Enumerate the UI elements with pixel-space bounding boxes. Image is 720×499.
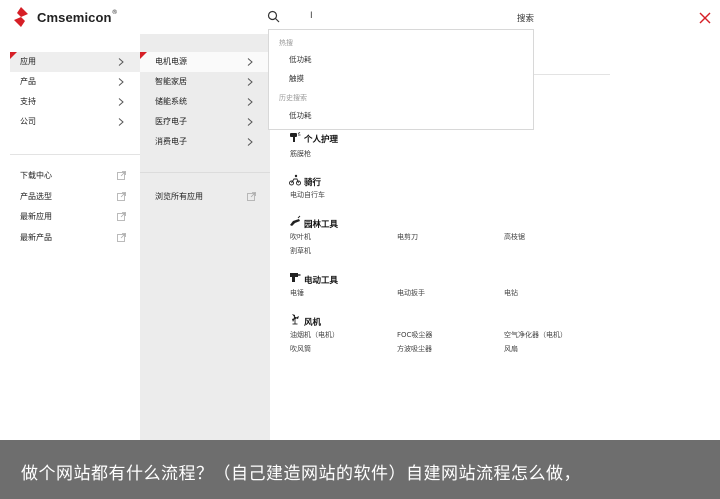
external-link-icon (117, 212, 126, 221)
chevron-right-icon (247, 78, 253, 86)
search-input[interactable]: I (310, 11, 313, 21)
suggestion-item[interactable]: 低功耗 (289, 54, 312, 65)
caption-banner: 做个网站都有什么流程？（自己建造网站的软件）自建网站流程怎么做， (0, 440, 720, 499)
chevron-right-icon (247, 98, 253, 106)
logo-icon (14, 7, 28, 27)
search-suggestions: 热搜 低功耗 触摸 历史搜索 低功耗 (268, 29, 534, 130)
nav-item-smart-home[interactable]: 智能家居 (140, 72, 270, 92)
nav-label: 最新产品 (20, 233, 52, 242)
fan-icon (292, 314, 299, 325)
chevron-right-icon (247, 138, 253, 146)
history-item[interactable]: 低功耗 (289, 110, 312, 121)
banner-text: 做个网站都有什么流程？（自己建造网站的软件）自建网站流程怎么做， (21, 464, 581, 484)
product-link[interactable]: 油烟机（电机） (290, 330, 339, 340)
product-link[interactable]: 电锤 (290, 288, 304, 298)
nav-item-energy-storage[interactable]: 储能系统 (140, 92, 270, 112)
external-link-icon (117, 233, 126, 242)
nav-label: 支持 (20, 97, 36, 106)
nav-label: 最新应用 (20, 212, 52, 221)
product-link[interactable]: 电剪刀 (397, 232, 418, 242)
chevron-right-icon (118, 118, 124, 126)
nav-item-products[interactable]: 产品 (10, 72, 140, 92)
external-link-icon (117, 171, 126, 180)
view-all-applications-link[interactable]: 浏览所有应用 (140, 187, 270, 207)
brand-name: Cmsemicon (37, 9, 112, 25)
product-link[interactable]: FOC吸尘器 (397, 330, 432, 340)
external-link-icon (247, 192, 256, 201)
logo[interactable]: Cmsemicon ® (10, 6, 118, 28)
product-link[interactable]: 高枝锯 (504, 232, 525, 242)
chevron-right-icon (247, 118, 253, 126)
chevron-right-icon (118, 58, 124, 66)
nav-item-support[interactable]: 支持 (10, 92, 140, 112)
nav-label: 电机电源 (155, 57, 187, 66)
cycling-icon (289, 174, 301, 186)
external-link-icon (117, 192, 126, 201)
hair-dryer-icon (290, 132, 301, 142)
product-link[interactable]: 割草机 (290, 246, 311, 256)
chevron-right-icon (247, 58, 253, 66)
category-title[interactable]: 电动工具 (304, 274, 338, 286)
nav-label: 产品 (20, 77, 36, 86)
nav-label: 应用 (20, 57, 36, 66)
nav-item-applications[interactable]: 应用 (10, 52, 140, 72)
nav-item-motor-power[interactable]: 电机电源 (140, 52, 270, 72)
nav-link-latest-applications[interactable]: 最新应用 (10, 207, 140, 227)
nav-label: 产品选型 (20, 192, 52, 201)
product-link[interactable]: 方波吸尘器 (397, 344, 432, 354)
product-link[interactable]: 空气净化器（电机） (504, 330, 567, 340)
close-icon[interactable] (699, 12, 711, 24)
chevron-right-icon (118, 78, 124, 86)
product-link[interactable]: 电动自行车 (290, 190, 325, 200)
product-link[interactable]: 电钻 (504, 288, 518, 298)
nav-item-company[interactable]: 公司 (10, 112, 140, 132)
nav-link-latest-products[interactable]: 最新产品 (10, 228, 140, 248)
registered-mark: ® (111, 9, 118, 16)
product-link[interactable]: 吹叶机 (290, 232, 311, 242)
nav-item-consumer[interactable]: 消费电子 (140, 132, 270, 152)
nav-label: 消费电子 (155, 137, 187, 146)
power-drill-icon (290, 273, 301, 282)
divider (10, 154, 140, 155)
product-link[interactable]: 吹风筒 (290, 344, 311, 354)
nav-link-product-selection[interactable]: 产品选型 (10, 187, 140, 207)
hot-search-heading: 热搜 (279, 39, 293, 47)
category-title[interactable]: 骑行 (304, 176, 321, 188)
nav-label: 智能家居 (155, 77, 187, 86)
nav-label: 浏览所有应用 (155, 192, 203, 201)
nav-link-download-center[interactable]: 下载中心 (10, 166, 140, 186)
nav-label: 公司 (20, 117, 36, 126)
category-title[interactable]: 风机 (304, 316, 321, 328)
nav-item-medical[interactable]: 医疗电子 (140, 112, 270, 132)
suggestion-item[interactable]: 触摸 (289, 73, 304, 84)
product-link[interactable]: 风扇 (504, 344, 518, 354)
secondary-nav: 电机电源 智能家居 储能系统 医疗电子 消费电子 浏览所有应用 (140, 34, 270, 440)
category-title[interactable]: 园林工具 (304, 218, 338, 230)
garden-tool-icon (290, 215, 301, 226)
primary-nav: 应用 产品 支持 公司 下载中心 产品选型 最新应用 最新产品 (10, 34, 140, 440)
product-link[interactable]: 电动扳手 (397, 288, 425, 298)
category-title[interactable]: 个人护理 (304, 133, 338, 145)
search-button[interactable]: 搜索 (517, 12, 534, 24)
nav-label: 医疗电子 (155, 117, 187, 126)
product-link[interactable]: 筋膜枪 (290, 149, 311, 159)
divider (140, 172, 270, 173)
nav-label: 下载中心 (20, 171, 52, 180)
active-marker (140, 52, 147, 59)
search-icon[interactable] (267, 10, 280, 23)
active-marker (10, 52, 17, 59)
chevron-right-icon (118, 98, 124, 106)
history-heading: 历史搜索 (279, 94, 307, 102)
nav-label: 储能系统 (155, 97, 187, 106)
